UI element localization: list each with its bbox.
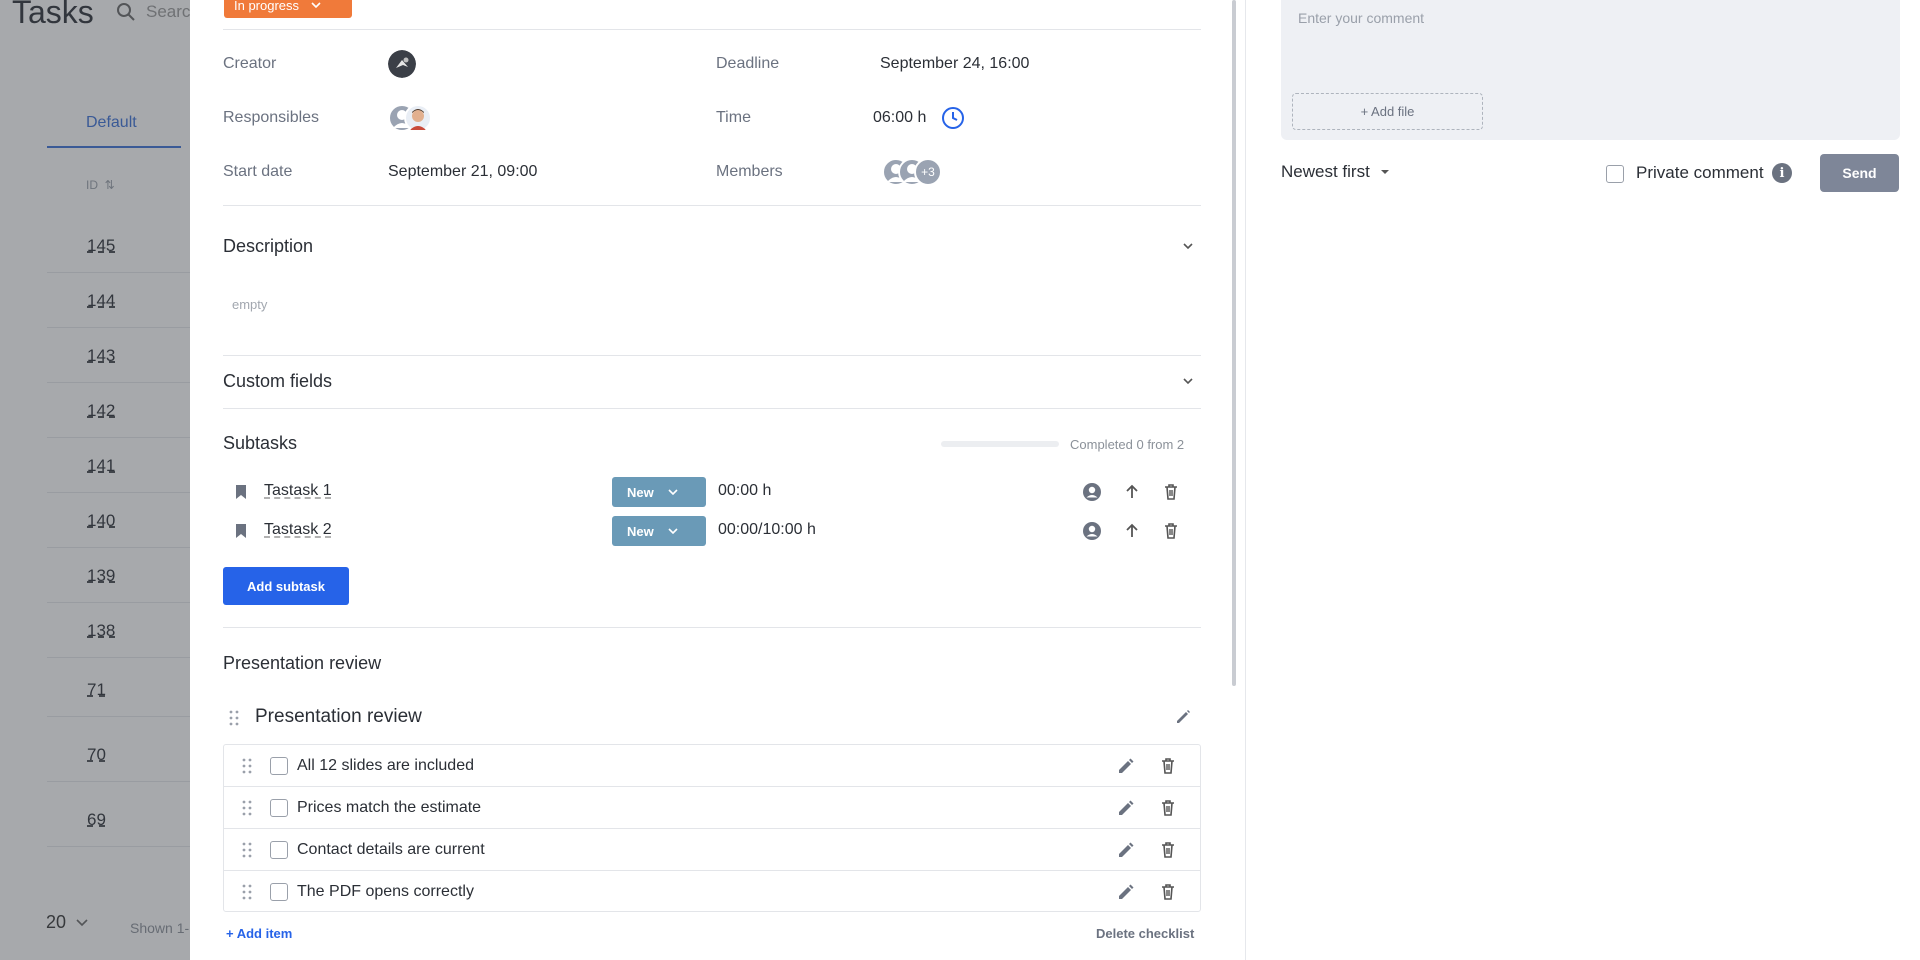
trash-icon[interactable] (1158, 840, 1178, 860)
trash-icon[interactable] (1158, 798, 1178, 818)
comment-sort-label: Newest first (1281, 162, 1370, 181)
deadline-value[interactable]: September 24, 16:00 (880, 55, 1029, 73)
edit-icon[interactable] (1116, 840, 1136, 860)
checklist-item: Prices match the estimate (224, 787, 1200, 829)
edit-icon[interactable] (1116, 798, 1136, 818)
divider (223, 355, 1201, 356)
private-comment-label: Private comment (1636, 163, 1764, 182)
status-label: In progress (234, 0, 300, 13)
bookmark-icon (236, 485, 246, 499)
assign-user-icon[interactable] (1082, 482, 1102, 502)
comment-placeholder: Enter your comment (1298, 10, 1425, 26)
subtask-name[interactable]: Tastask 2 (264, 521, 332, 539)
chevron-down-icon (311, 2, 321, 8)
creator-avatar[interactable] (388, 50, 416, 78)
checklist-item-checkbox[interactable] (270, 799, 288, 817)
checklist-item: All 12 slides are included (224, 745, 1200, 787)
checklist-item-checkbox[interactable] (270, 757, 288, 775)
subtask-status-dropdown[interactable]: New (612, 477, 706, 507)
caret-down-icon (1380, 170, 1389, 174)
add-subtask-button[interactable]: Add subtask (223, 567, 349, 605)
trash-icon[interactable] (1161, 521, 1181, 541)
clock-icon[interactable] (941, 106, 965, 130)
description-title[interactable]: Description (223, 236, 313, 257)
subtask-status-label: New (627, 484, 654, 500)
checklist-item-text[interactable]: Prices match the estimate (297, 799, 481, 817)
divider (223, 408, 1201, 409)
subtask-status-label: New (627, 523, 654, 539)
subtask-row: Tastask 2 New 00:00/10:00 h (235, 516, 1195, 546)
drag-handle-icon[interactable] (242, 800, 252, 816)
checklist-item-text[interactable]: Contact details are current (297, 841, 485, 859)
time-value: 06:00 h (873, 109, 927, 126)
panel-scrollbar[interactable] (1232, 0, 1236, 686)
custom-fields-title[interactable]: Custom fields (223, 371, 332, 392)
checklist-item-checkbox[interactable] (270, 841, 288, 859)
chevron-down-icon (668, 489, 678, 495)
start-date-label: Start date (223, 163, 293, 180)
checklist-name: Presentation review (255, 706, 422, 727)
add-file-button[interactable]: + Add file (1292, 93, 1483, 130)
chevron-down-icon[interactable] (1182, 240, 1194, 252)
responsibles-label: Responsibles (223, 109, 320, 126)
members-more-badge[interactable]: +3 (914, 158, 942, 186)
description-text[interactable]: empty (232, 297, 267, 312)
bookmark-icon (236, 524, 246, 538)
checklist-item: Contact details are current (224, 829, 1200, 871)
chevron-down-icon (668, 528, 678, 534)
send-button[interactable]: Send (1820, 154, 1899, 192)
checklist-item: The PDF opens correctly (224, 871, 1200, 913)
subtask-row: Tastask 1 New 00:00 h (235, 477, 1195, 507)
creator-label: Creator (223, 55, 277, 72)
subtask-name[interactable]: Tastask 1 (264, 482, 332, 500)
time-label: Time (716, 109, 751, 126)
comment-sort-dropdown[interactable]: Newest first (1281, 162, 1390, 182)
private-comment-checkbox[interactable] (1606, 165, 1624, 183)
trash-icon[interactable] (1158, 882, 1178, 902)
drag-handle-icon[interactable] (242, 884, 252, 900)
drag-handle-icon[interactable] (242, 758, 252, 774)
divider (223, 205, 1201, 206)
edit-icon[interactable] (1116, 756, 1136, 776)
subtasks-title: Subtasks (223, 433, 298, 453)
checklist-section-title: Presentation review (223, 653, 382, 673)
checklist-item-text[interactable]: All 12 slides are included (297, 757, 474, 775)
chevron-down-icon[interactable] (1182, 375, 1194, 387)
subtasks-progress-bar (941, 441, 1059, 447)
members-label: Members (716, 163, 783, 180)
trash-icon[interactable] (1158, 756, 1178, 776)
edit-icon[interactable] (1174, 708, 1192, 726)
assign-user-icon[interactable] (1082, 521, 1102, 541)
responsible-avatar-photo[interactable] (404, 104, 432, 132)
subtasks-completed-count: Completed 0 from 2 (1070, 437, 1185, 452)
divider (223, 29, 1201, 30)
edit-icon[interactable] (1116, 882, 1136, 902)
start-date-value[interactable]: September 21, 09:00 (388, 163, 537, 181)
checklist-items: All 12 slides are included Prices match t… (223, 744, 1201, 912)
comments-pane (1245, 0, 1920, 960)
arrow-up-icon[interactable] (1122, 521, 1142, 541)
trash-icon[interactable] (1161, 482, 1181, 502)
subtask-time: 00:00/10:00 h (718, 521, 816, 538)
drag-handle-icon[interactable] (242, 842, 252, 858)
delete-checklist-link[interactable]: Delete checklist (1096, 926, 1194, 941)
status-dropdown[interactable]: In progress (224, 0, 352, 18)
divider (223, 627, 1201, 628)
subtask-time: 00:00 h (718, 482, 772, 499)
deadline-label: Deadline (716, 55, 780, 72)
checklist-item-text[interactable]: The PDF opens correctly (297, 883, 474, 901)
subtask-status-dropdown[interactable]: New (612, 516, 706, 546)
checklist-item-checkbox[interactable] (270, 883, 288, 901)
add-item-link[interactable]: + Add item (226, 926, 292, 941)
arrow-up-icon[interactable] (1122, 482, 1142, 502)
info-icon[interactable]: i (1772, 163, 1792, 183)
drag-handle-icon[interactable] (229, 710, 239, 726)
